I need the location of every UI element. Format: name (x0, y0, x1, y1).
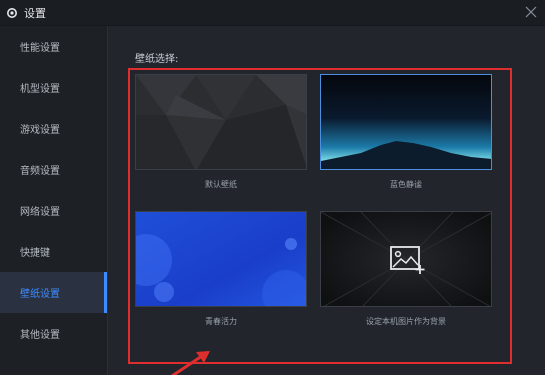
sidebar-item-wallpaper[interactable]: 壁纸设置 (0, 272, 107, 313)
sidebar-item-audio[interactable]: 音频设置 (0, 149, 107, 190)
wallpaper-caption: 青春活力 (205, 317, 237, 326)
wallpaper-card-default[interactable]: 默认壁纸 (135, 74, 307, 190)
wallpaper-caption: 蓝色静谧 (390, 180, 422, 189)
sidebar-item-performance[interactable]: 性能设置 (0, 26, 107, 67)
wallpaper-card-blue-tranquil[interactable]: 蓝色静谧 (320, 74, 492, 190)
sidebar-item-game[interactable]: 游戏设置 (0, 108, 107, 149)
sidebar-item-label: 网络设置 (20, 207, 60, 218)
close-icon[interactable] (523, 4, 539, 20)
wallpaper-caption: 默认壁纸 (205, 180, 237, 189)
sidebar-item-label: 其他设置 (20, 330, 60, 341)
wallpaper-thumbnail[interactable] (135, 211, 307, 307)
gear-icon (6, 7, 18, 19)
sidebar-item-label: 壁纸设置 (20, 289, 60, 300)
wallpaper-thumbnail[interactable] (135, 74, 307, 170)
title-bar: 设置 (0, 0, 545, 26)
sidebar-item-network[interactable]: 网络设置 (0, 190, 107, 231)
wallpaper-card-custom[interactable]: 设定本机图片作为背景 (320, 211, 492, 327)
annotation-arrow-icon (171, 350, 210, 375)
sidebar-item-shortcuts[interactable]: 快捷键 (0, 231, 107, 272)
sidebar-item-other[interactable]: 其他设置 (0, 313, 107, 354)
wallpaper-panel: 壁纸选择: 默认壁纸 蓝色静谧 青春活力 设定本机图片作为背景 (108, 26, 545, 375)
sidebar-item-label: 性能设置 (20, 43, 60, 54)
sidebar-item-label: 机型设置 (20, 84, 60, 95)
wallpaper-card-youthful[interactable]: 青春活力 (135, 211, 307, 327)
window-title: 设置 (24, 6, 46, 20)
wallpaper-thumbnail[interactable] (320, 211, 492, 307)
wallpaper-caption: 设定本机图片作为背景 (366, 317, 446, 326)
wallpaper-thumbnail[interactable] (320, 74, 492, 170)
sidebar-item-label: 快捷键 (20, 248, 50, 259)
add-image-icon[interactable] (389, 245, 425, 279)
sidebar-item-label: 音频设置 (20, 166, 60, 177)
sidebar: 性能设置 机型设置 游戏设置 音频设置 网络设置 快捷键 壁纸设置 其他设置 (0, 26, 108, 375)
sidebar-item-label: 游戏设置 (20, 125, 60, 136)
section-title: 壁纸选择: (135, 54, 179, 65)
sidebar-item-device-model[interactable]: 机型设置 (0, 67, 107, 108)
